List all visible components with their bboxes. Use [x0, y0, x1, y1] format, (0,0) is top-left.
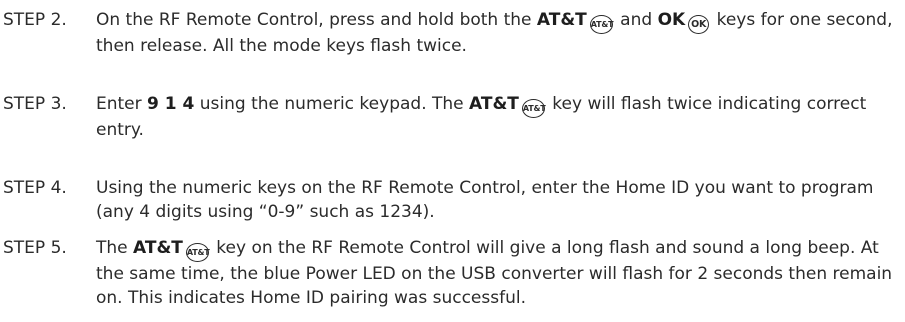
- att-key-icon: AT&T: [589, 15, 614, 34]
- step-text: Using the numeric keys on the RF Remote …: [96, 176, 898, 224]
- att-key-icon: AT&T: [521, 99, 546, 118]
- step-5: STEP 5. The AT&T AT&T key on the RF Remot…: [3, 236, 898, 310]
- text-segment: On the RF Remote Control, press and hold…: [96, 10, 537, 30]
- key-name: AT&T: [469, 94, 519, 114]
- step-label: STEP 5.: [3, 238, 67, 258]
- step-label: STEP 3.: [3, 94, 67, 114]
- step-text: On the RF Remote Control, press and hold…: [96, 8, 898, 58]
- step-text: Enter 9 1 4 using the numeric keypad. Th…: [96, 92, 898, 142]
- step-2: STEP 2. On the RF Remote Control, press …: [3, 8, 898, 58]
- step-label: STEP 2.: [3, 10, 67, 30]
- step-label: STEP 4.: [3, 178, 67, 198]
- text-segment: The: [96, 238, 134, 258]
- step-text: The AT&T AT&T key on the RF Remote Contro…: [96, 236, 898, 310]
- instruction-page: STEP 2. On the RF Remote Control, press …: [0, 0, 905, 322]
- key-name: AT&T: [536, 10, 587, 30]
- key-name: OK: [657, 10, 686, 30]
- att-key-icon: AT&T: [185, 243, 210, 262]
- text-segment: Enter: [96, 94, 148, 114]
- text-segment: using the numeric keypad. The: [194, 94, 470, 114]
- key-sequence: 9 1 4: [147, 94, 195, 114]
- step-4: STEP 4. Using the numeric keys on the RF…: [3, 176, 898, 224]
- ok-key-icon: OK: [688, 15, 710, 34]
- text-segment: and: [614, 10, 658, 30]
- text-segment: Using the numeric keys on the RF Remote …: [96, 178, 874, 222]
- step-3: STEP 3. Enter 9 1 4 using the numeric ke…: [3, 92, 898, 142]
- key-name: AT&T: [133, 238, 183, 258]
- text-segment: key on the RF Remote Control will give a…: [96, 238, 893, 308]
